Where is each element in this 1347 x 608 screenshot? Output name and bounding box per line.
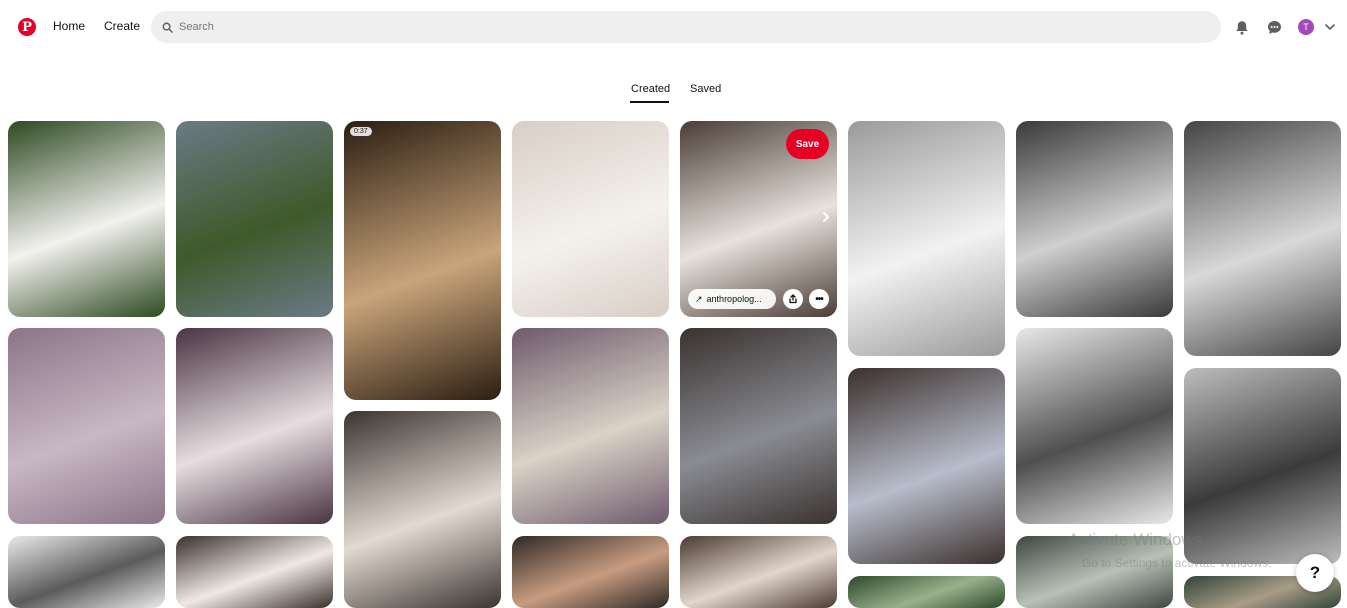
pinterest-logo[interactable]: P [18, 18, 36, 36]
chat-icon[interactable] [1265, 18, 1283, 36]
pin-image [176, 536, 333, 608]
user-avatar[interactable]: T [1298, 19, 1314, 35]
pin-bw-couple-walk[interactable] [1184, 121, 1341, 356]
pin-image [8, 536, 165, 608]
pin-bw-couple-pier[interactable] [848, 121, 1005, 356]
pin-image [848, 368, 1005, 564]
pin-image [344, 121, 501, 400]
pin-strapless-corset-dress[interactable]: Save ↗ anthropolog... ••• [680, 121, 837, 317]
source-link-chip[interactable]: ↗ anthropolog... [688, 289, 776, 309]
video-duration-badge: 0:37 [350, 127, 372, 136]
logo-letter: P [22, 19, 32, 35]
pin-image [848, 121, 1005, 356]
pin-image [176, 328, 333, 524]
chevron-down-icon[interactable] [1324, 22, 1336, 32]
pin-lilac-towel-sink[interactable] [176, 328, 333, 524]
pin-image [680, 536, 837, 608]
pin-image [176, 121, 333, 317]
search-input[interactable] [179, 21, 1079, 33]
pin-bw-bride-beach[interactable] [1016, 121, 1173, 317]
pin-denim-jacket-hat[interactable] [680, 328, 837, 524]
source-domain: anthropolog... [706, 294, 762, 304]
pin-image [1184, 121, 1341, 356]
pin-curly-hair-portrait[interactable] [512, 536, 669, 608]
pin-wedding-couple-field[interactable] [176, 121, 333, 317]
profile-tabs: Created Saved [0, 83, 1347, 107]
pin-image [512, 328, 669, 524]
pin-lilac-bathroom-vanity[interactable] [512, 328, 669, 524]
nav-create-link[interactable]: Create [104, 19, 140, 33]
pin-white-blouse-curly[interactable] [176, 536, 333, 608]
arrow-up-right-icon: ↗ [695, 293, 703, 304]
save-button[interactable]: Save [786, 129, 829, 159]
pin-image [344, 411, 501, 608]
pin-image [512, 536, 669, 608]
pin-cowboy-hat-lace[interactable] [680, 536, 837, 608]
pin-image [1016, 328, 1173, 524]
pin-bw-woman-hat[interactable] [1184, 368, 1341, 564]
pin-wedding-couple-grass[interactable] [8, 121, 165, 317]
activate-windows-subtitle: Go to Settings to activate Windows. [1082, 556, 1272, 570]
share-icon[interactable] [783, 289, 803, 309]
pin-image [512, 121, 669, 317]
pin-image [8, 328, 165, 524]
pin-image [848, 576, 1005, 608]
pin-image [1016, 121, 1173, 317]
pin-bw-knit-sweater[interactable] [1016, 328, 1173, 524]
tab-created[interactable]: Created [631, 83, 670, 95]
tab-saved[interactable]: Saved [690, 83, 721, 95]
pin-white-embroidered-top[interactable] [8, 536, 165, 608]
pin-white-bow-gown[interactable] [512, 121, 669, 317]
pin-boho-boots-outfit[interactable] [344, 411, 501, 608]
pin-video-glass-pour[interactable]: 0:37 [344, 121, 501, 400]
search-icon [162, 22, 173, 33]
activate-windows-title: Activate Windows [1068, 530, 1203, 549]
pin-trees-outdoor[interactable] [848, 576, 1005, 608]
search-bar[interactable] [151, 11, 1221, 43]
top-navigation-bar: P Home Create T [0, 0, 1347, 56]
pin-image [1184, 368, 1341, 564]
pin-image [680, 328, 837, 524]
bell-icon[interactable] [1233, 18, 1251, 36]
chevron-right-icon[interactable] [821, 211, 831, 223]
pin-lilac-wall-mirror[interactable] [8, 328, 165, 524]
nav-home-link[interactable]: Home [53, 19, 85, 33]
pin-patchwork-blouse[interactable] [848, 368, 1005, 564]
active-tab-underline [630, 101, 669, 103]
more-options-icon[interactable]: ••• [809, 289, 829, 309]
help-button[interactable]: ? [1296, 554, 1334, 592]
pin-image [8, 121, 165, 317]
